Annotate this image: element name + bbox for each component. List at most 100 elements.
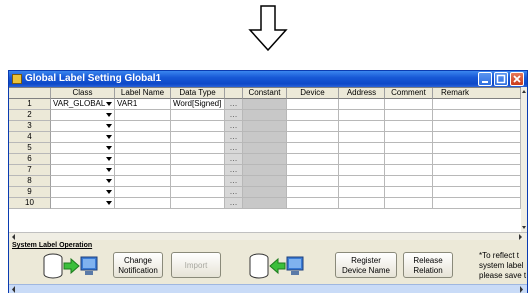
constant-cell[interactable] — [243, 110, 287, 121]
remark-cell[interactable] — [433, 154, 521, 165]
dropdown-arrow-icon[interactable] — [106, 146, 112, 150]
header-label-name[interactable]: Label Name — [115, 88, 171, 99]
header-data-type[interactable]: Data Type — [171, 88, 225, 99]
comment-cell[interactable] — [385, 99, 433, 110]
maximize-button[interactable] — [494, 72, 508, 86]
remark-cell[interactable] — [433, 99, 521, 110]
header-constant[interactable]: Constant — [243, 88, 287, 99]
constant-cell[interactable] — [243, 143, 287, 154]
class-cell[interactable] — [51, 132, 115, 143]
class-cell[interactable] — [51, 198, 115, 209]
label-name-cell[interactable] — [115, 132, 171, 143]
label-name-cell[interactable] — [115, 154, 171, 165]
dropdown-arrow-icon[interactable] — [106, 113, 112, 117]
comment-cell[interactable] — [385, 110, 433, 121]
address-cell[interactable] — [339, 99, 385, 110]
remark-cell[interactable] — [433, 187, 521, 198]
dropdown-arrow-icon[interactable] — [106, 124, 112, 128]
comment-cell[interactable] — [385, 154, 433, 165]
browse-cell[interactable]: … — [225, 154, 243, 165]
header-class[interactable]: Class — [51, 88, 115, 99]
dropdown-arrow-icon[interactable] — [106, 157, 112, 161]
browse-cell[interactable]: … — [225, 110, 243, 121]
label-name-cell[interactable] — [115, 143, 171, 154]
data-type-cell[interactable] — [171, 110, 225, 121]
browse-cell[interactable]: … — [225, 143, 243, 154]
remark-cell[interactable] — [433, 143, 521, 154]
register-device-name-button[interactable]: Register Device Name — [335, 252, 397, 278]
class-cell[interactable] — [51, 143, 115, 154]
release-relation-button[interactable]: Release Relation — [403, 252, 453, 278]
comment-cell[interactable] — [385, 121, 433, 132]
constant-cell[interactable] — [243, 121, 287, 132]
constant-cell[interactable] — [243, 99, 287, 110]
comment-cell[interactable] — [385, 132, 433, 143]
address-cell[interactable] — [339, 132, 385, 143]
constant-cell[interactable] — [243, 154, 287, 165]
address-cell[interactable] — [339, 198, 385, 209]
comment-cell[interactable] — [385, 176, 433, 187]
label-name-cell[interactable]: VAR1 — [115, 99, 171, 110]
bottom-scrollbar[interactable] — [9, 284, 527, 293]
remark-cell[interactable] — [433, 165, 521, 176]
constant-cell[interactable] — [243, 187, 287, 198]
data-type-cell[interactable] — [171, 176, 225, 187]
remark-cell[interactable] — [433, 132, 521, 143]
class-cell[interactable] — [51, 110, 115, 121]
device-cell[interactable] — [287, 132, 339, 143]
device-cell[interactable] — [287, 176, 339, 187]
data-type-cell[interactable] — [171, 132, 225, 143]
data-type-cell[interactable] — [171, 165, 225, 176]
class-cell[interactable] — [51, 121, 115, 132]
browse-cell[interactable]: … — [225, 99, 243, 110]
address-cell[interactable] — [339, 165, 385, 176]
class-cell[interactable] — [51, 187, 115, 198]
browse-cell[interactable]: … — [225, 198, 243, 209]
header-device[interactable]: Device — [287, 88, 339, 99]
address-cell[interactable] — [339, 176, 385, 187]
header-remark[interactable]: Remark — [433, 88, 521, 99]
dropdown-arrow-icon[interactable] — [106, 190, 112, 194]
constant-cell[interactable] — [243, 176, 287, 187]
constant-cell[interactable] — [243, 165, 287, 176]
address-cell[interactable] — [339, 154, 385, 165]
browse-cell[interactable]: … — [225, 187, 243, 198]
remark-cell[interactable] — [433, 198, 521, 209]
comment-cell[interactable] — [385, 143, 433, 154]
comment-cell[interactable] — [385, 165, 433, 176]
data-type-cell[interactable]: Word[Signed] — [171, 99, 225, 110]
device-cell[interactable] — [287, 110, 339, 121]
remark-cell[interactable] — [433, 110, 521, 121]
comment-cell[interactable] — [385, 198, 433, 209]
label-name-cell[interactable] — [115, 176, 171, 187]
label-name-cell[interactable] — [115, 121, 171, 132]
address-cell[interactable] — [339, 121, 385, 132]
import-button[interactable]: Import — [171, 252, 221, 278]
close-button[interactable] — [510, 72, 524, 86]
address-cell[interactable] — [339, 187, 385, 198]
class-cell[interactable]: VAR_GLOBAL — [51, 99, 115, 110]
address-cell[interactable] — [339, 143, 385, 154]
class-cell[interactable] — [51, 154, 115, 165]
dropdown-arrow-icon[interactable] — [106, 179, 112, 183]
device-cell[interactable] — [287, 143, 339, 154]
title-bar[interactable]: Global Label Setting Global1 — [9, 71, 527, 87]
change-notification-button[interactable]: Change Notification — [113, 252, 163, 278]
label-name-cell[interactable] — [115, 110, 171, 121]
data-type-cell[interactable] — [171, 154, 225, 165]
data-type-cell[interactable] — [171, 121, 225, 132]
label-name-cell[interactable] — [115, 165, 171, 176]
label-name-cell[interactable] — [115, 187, 171, 198]
constant-cell[interactable] — [243, 198, 287, 209]
device-cell[interactable] — [287, 121, 339, 132]
class-cell[interactable] — [51, 165, 115, 176]
dropdown-arrow-icon[interactable] — [106, 135, 112, 139]
remark-cell[interactable] — [433, 121, 521, 132]
minimize-button[interactable] — [478, 72, 492, 86]
device-cell[interactable] — [287, 99, 339, 110]
dropdown-arrow-icon[interactable] — [106, 168, 112, 172]
data-type-cell[interactable] — [171, 143, 225, 154]
constant-cell[interactable] — [243, 132, 287, 143]
comment-cell[interactable] — [385, 187, 433, 198]
remark-cell[interactable] — [433, 176, 521, 187]
